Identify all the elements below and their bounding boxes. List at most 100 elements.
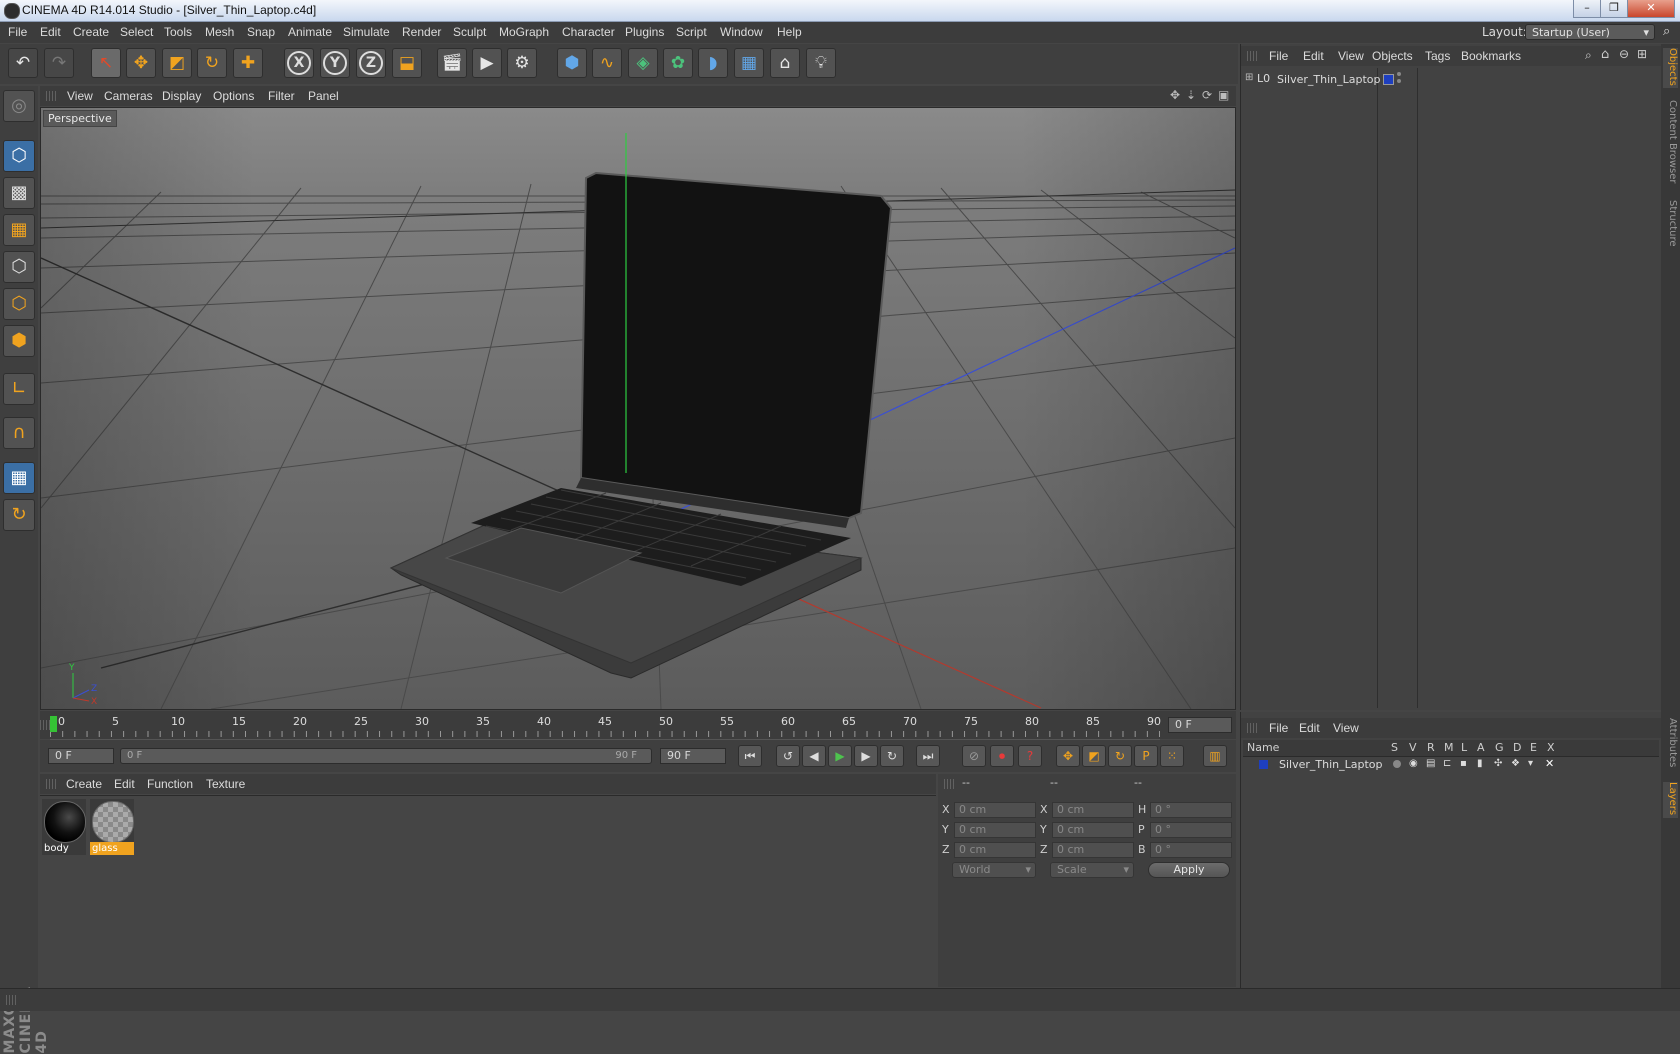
editor-visibility-dot[interactable]	[1397, 72, 1401, 76]
position-y-field[interactable]: 0 cm	[954, 822, 1036, 838]
object-menu-view[interactable]: View	[1338, 49, 1364, 63]
new-manager-icon[interactable]: ⊞	[1637, 47, 1647, 61]
previous-key-icon[interactable]: ↺	[776, 745, 800, 767]
transform-mode-dropdown[interactable]: Scale ▾	[1050, 862, 1134, 878]
cube-icon[interactable]: ⬢	[557, 48, 587, 78]
tab-layers[interactable]: Layers	[1663, 782, 1678, 818]
workplane-lock-icon[interactable]: ▦	[3, 462, 35, 494]
col-view[interactable]: V	[1409, 741, 1417, 754]
size-y-field[interactable]: 0 cm	[1052, 822, 1134, 838]
object-menu-bookmarks[interactable]: Bookmarks	[1461, 49, 1521, 63]
col-solo[interactable]: S	[1391, 741, 1398, 754]
expand-icon[interactable]: ⊞	[1245, 72, 1253, 83]
planar-workplane-icon[interactable]: ↻	[3, 499, 35, 531]
layer-color-swatch[interactable]	[1259, 760, 1268, 769]
go-to-end-icon[interactable]: ⏭	[916, 745, 940, 767]
material-menu-edit[interactable]: Edit	[114, 777, 135, 791]
layer-menu-file[interactable]: File	[1269, 721, 1288, 735]
material-menu-texture[interactable]: Texture	[206, 777, 245, 791]
close-button[interactable]: ✕	[1627, 0, 1675, 18]
panel-grip-icon[interactable]	[46, 91, 56, 101]
autokeying-icon[interactable]: ⏺	[990, 745, 1014, 767]
generator-icon[interactable]: ✣	[1494, 758, 1502, 769]
menu-render[interactable]: Render	[402, 25, 441, 39]
viewport-menu-panel[interactable]: Panel	[308, 89, 339, 103]
panel-grip-icon[interactable]	[1247, 51, 1257, 61]
menu-help[interactable]: Help	[777, 25, 802, 39]
viewport-zoom-icon[interactable]: ⇣	[1186, 88, 1196, 102]
nurbs-icon[interactable]: ◈	[628, 48, 658, 78]
menu-simulate[interactable]: Simulate	[343, 25, 390, 39]
eye-icon[interactable]: ◉	[1409, 758, 1418, 769]
make-editable-icon[interactable]: ◎	[3, 90, 35, 122]
light-icon[interactable]: 💡︎	[806, 48, 836, 78]
xref-icon[interactable]: ✕	[1545, 757, 1554, 770]
maximize-button[interactable]: ❐	[1600, 0, 1628, 18]
snap-magnet-icon[interactable]: ∩	[3, 417, 35, 449]
start-frame-field[interactable]: 0 F	[48, 748, 114, 764]
end-frame-field[interactable]: 90 F	[660, 748, 726, 764]
viewport-menu-cameras[interactable]: Cameras	[104, 89, 153, 103]
material-body[interactable]: body	[42, 799, 86, 855]
points-mode-icon[interactable]: ⬡	[3, 251, 35, 283]
col-generators[interactable]: G	[1495, 741, 1504, 754]
menu-snap[interactable]: Snap	[247, 25, 275, 39]
redo-icon[interactable]: ↷	[44, 48, 74, 78]
deformer-icon[interactable]: ◗	[698, 48, 728, 78]
undo-icon[interactable]: ↶	[8, 48, 38, 78]
menu-file[interactable]: File	[8, 25, 27, 39]
col-render[interactable]: R	[1427, 741, 1435, 754]
menu-select[interactable]: Select	[120, 25, 153, 39]
viewport-menu-options[interactable]: Options	[213, 89, 254, 103]
tab-attributes[interactable]: Attributes	[1663, 718, 1678, 772]
menu-script[interactable]: Script	[676, 25, 707, 39]
apply-button[interactable]: Apply	[1148, 862, 1230, 878]
model-mode-icon[interactable]: ⬡	[3, 140, 35, 172]
col-expressions[interactable]: E	[1530, 741, 1537, 754]
rotation-b-field[interactable]: 0 °	[1150, 842, 1232, 858]
array-icon[interactable]: ✿	[663, 48, 693, 78]
render-settings-icon[interactable]: ⚙	[507, 48, 537, 78]
viewport[interactable]: Y Z X Perspective	[40, 107, 1236, 710]
menu-create[interactable]: Create	[73, 25, 109, 39]
menu-sculpt[interactable]: Sculpt	[453, 25, 486, 39]
rotation-p-field[interactable]: 0 °	[1150, 822, 1232, 838]
next-frame-icon[interactable]: ▶	[854, 745, 878, 767]
polygons-mode-icon[interactable]: ⬢	[3, 325, 35, 357]
floor-icon[interactable]: ▦	[734, 48, 764, 78]
viewport-menu-view[interactable]: View	[67, 89, 93, 103]
viewport-menu-display[interactable]: Display	[162, 89, 201, 103]
z-axis-lock-button[interactable]: Z	[356, 48, 386, 78]
render-picture-viewer-icon[interactable]: ▶	[472, 48, 502, 78]
tab-objects[interactable]: Objects	[1663, 48, 1678, 88]
menu-plugins[interactable]: Plugins	[625, 25, 664, 39]
workplane-mode-icon[interactable]: ▦	[3, 214, 35, 246]
object-row[interactable]: ⊞ L0 Silver_Thin_Laptop	[1245, 72, 1381, 88]
viewport-maximize-icon[interactable]: ▣	[1218, 88, 1229, 102]
layer-row[interactable]: Silver_Thin_Laptop ◉ ▤ ⊏ ▪ ▮ ✣ ❖ ▾ ✕	[1243, 757, 1659, 773]
menu-mograph[interactable]: MoGraph	[499, 25, 549, 39]
solo-toggle-icon[interactable]	[1393, 760, 1401, 768]
layer-color-swatch[interactable]	[1383, 74, 1394, 85]
rotate-icon[interactable]: ↻	[197, 48, 227, 78]
size-z-field[interactable]: 0 cm	[1052, 842, 1134, 858]
viewport-menu-filter[interactable]: Filter	[268, 89, 295, 103]
render-view-icon[interactable]: 🎬︎	[437, 48, 467, 78]
camera-icon[interactable]: ⌂	[770, 48, 800, 78]
move-icon[interactable]: ✥	[126, 48, 156, 78]
deformer-icon[interactable]: ❖	[1511, 758, 1520, 769]
current-frame-field[interactable]: 0 F	[1168, 717, 1232, 733]
go-to-start-icon[interactable]: ⏮	[738, 745, 762, 767]
col-deformers[interactable]: D	[1513, 741, 1521, 754]
menu-tools[interactable]: Tools	[164, 25, 192, 39]
timeline-window-icon[interactable]: ▥	[1203, 745, 1227, 767]
size-x-field[interactable]: 0 cm	[1052, 802, 1134, 818]
col-name[interactable]: Name	[1247, 741, 1279, 754]
coordinate-mode-dropdown[interactable]: World ▾	[952, 862, 1036, 878]
material-glass[interactable]: glass	[90, 799, 134, 855]
object-menu-file[interactable]: File	[1269, 49, 1288, 63]
keyframe-selection-icon[interactable]: ?	[1018, 745, 1042, 767]
y-axis-lock-button[interactable]: Y	[320, 48, 350, 78]
expression-icon[interactable]: ▾	[1528, 758, 1533, 769]
x-axis-lock-button[interactable]: X	[284, 48, 314, 78]
